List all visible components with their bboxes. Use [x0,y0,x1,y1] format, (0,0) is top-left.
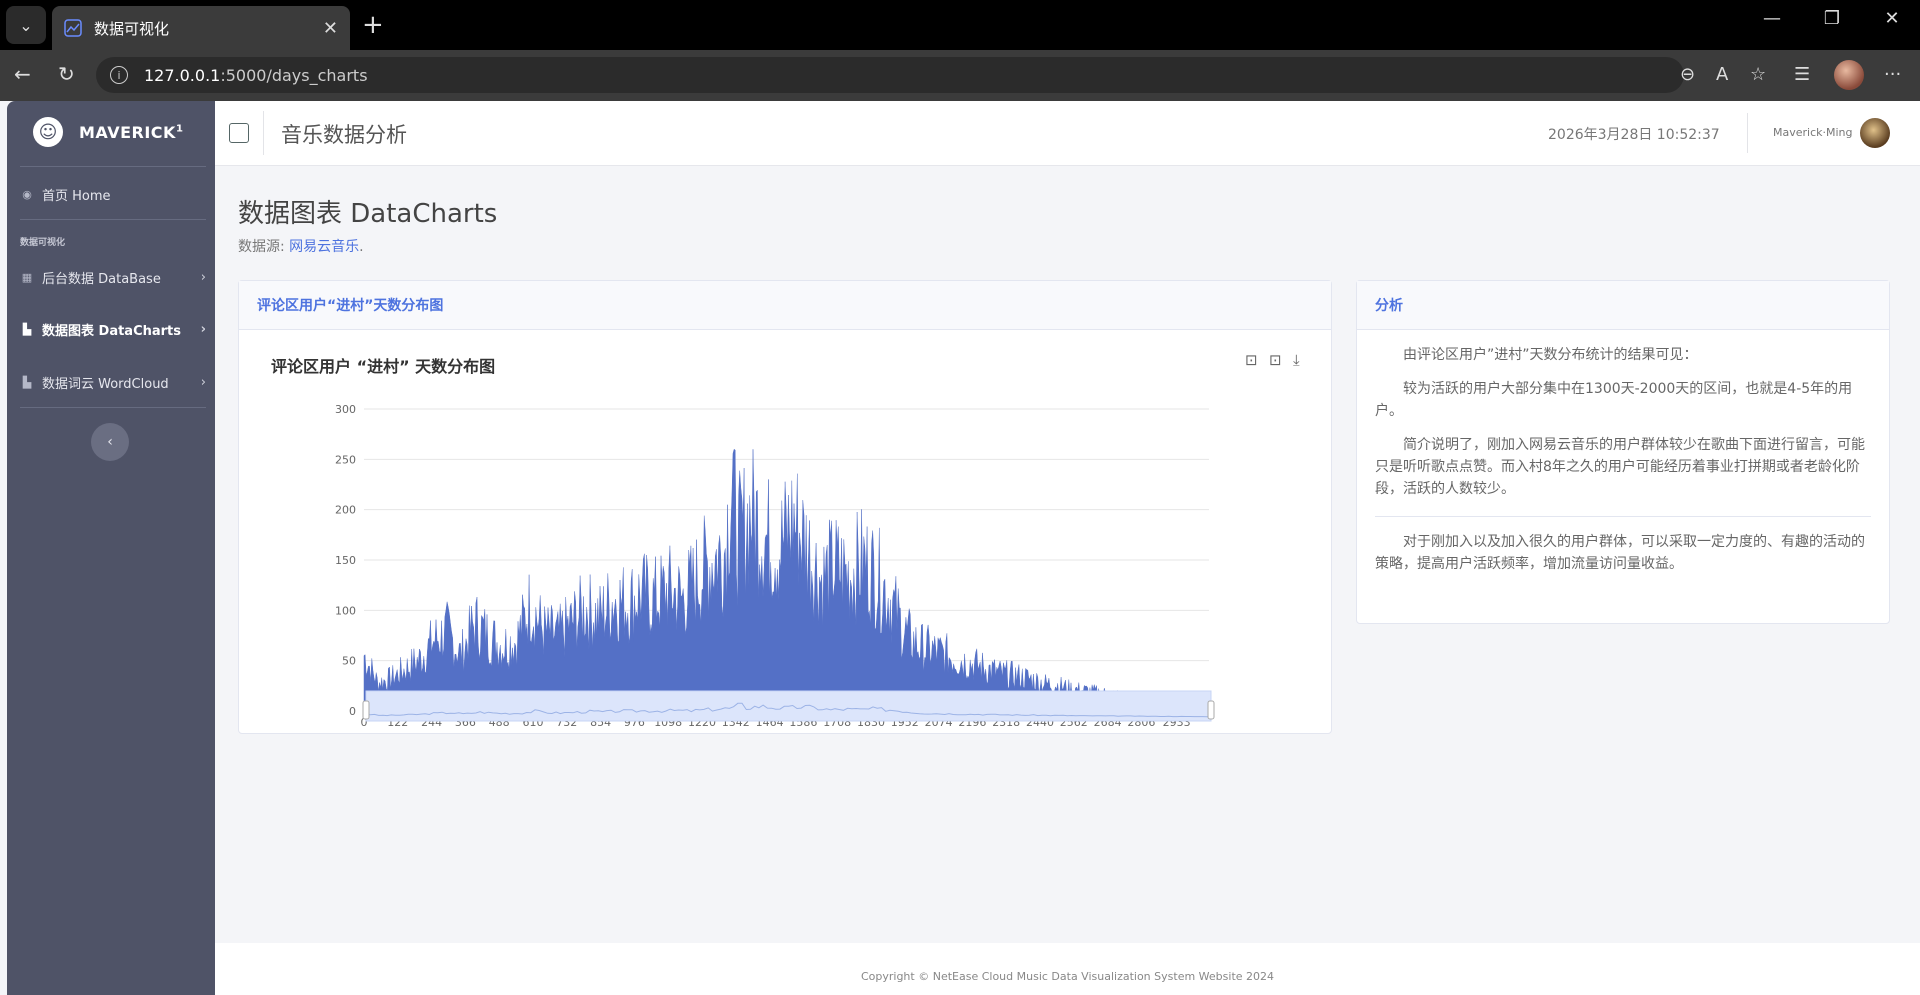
brand-logo[interactable]: ☺ MAVERICK1 [33,117,183,147]
chevron-right-icon: › [200,321,206,337]
tab-title: 数据可视化 [94,19,170,38]
sidebar-item-label: 后台数据 DataBase [42,271,161,287]
sidebar-section-heading: 数据可视化 [20,238,66,248]
bar-chart-icon: ▙ [22,375,32,389]
sidebar-divider [20,166,206,167]
analysis-card-header: 分析 [1357,281,1889,330]
sidebar-divider [20,219,206,220]
datazoom-handle [362,700,370,720]
table-icon: ▦ [21,270,33,284]
chevron-right-icon: › [200,269,206,285]
site-info-icon[interactable]: i [110,66,128,84]
datazoom-handle [1207,700,1215,720]
laugh-icon: ☺ [33,117,63,147]
zoom-out-icon[interactable]: ⊖ [1680,64,1695,85]
y-tick-label: 50 [342,655,356,668]
new-tab-button[interactable]: + [362,10,384,40]
profile-avatar[interactable] [1834,60,1864,90]
chart-area-icon [229,123,249,143]
close-window-icon[interactable]: ✕ [1862,8,1920,29]
more-options-icon[interactable]: ··· [1884,64,1901,85]
url-host: 127.0.0.1 [144,65,221,85]
source-link[interactable]: 网易云音乐 [289,239,359,255]
sidebar-toggle-button[interactable]: ‹ [91,423,129,461]
sidebar-item-label: 首页 Home [42,188,111,204]
chart-card: 评论区用户“进村”天数分布图 评论区用户 “进村” 天数分布图 ⊡ ⊡ ⤓ 05… [238,280,1332,734]
analysis-body: 由评论区用户”进村”天数分布统计的结果可见： 较为活跃的用户大部分集中在1300… [1357,330,1889,575]
favorite-star-icon[interactable]: ☆ [1750,64,1766,85]
browser-tabbar: ⌄ 数据可视化 ✕ + — ❐ ✕ [0,0,1920,50]
back-icon[interactable]: ← [14,62,31,86]
user-name[interactable]: Maverick·Ming [1773,126,1853,139]
y-tick-label: 300 [335,403,356,416]
sidebar-divider [20,407,206,408]
footer: Copyright © NetEase Cloud Music Data Vis… [215,943,1920,995]
tab-actions-button[interactable]: ⌄ [6,6,46,44]
chart-line-icon [64,19,82,37]
chevron-right-icon: › [200,374,206,390]
sidebar-item-label: 数据图表 DataCharts [42,323,182,339]
address-bar[interactable]: i 127.0.0.1:5000/days_charts [96,57,1684,93]
topbar: 音乐数据分析 2026年3月28日 10:52:37 Maverick·Ming [215,101,1920,166]
chevron-down-icon: ⌄ [19,15,33,35]
page-title: 数据图表 DataCharts [238,199,498,229]
topbar-divider [263,111,264,155]
brand-sup: 1 [175,123,184,135]
y-tick-label: 150 [335,554,356,567]
analysis-paragraph: 较为活跃的用户大部分集中在1300天-2000天的区间，也就是4-5年的用户。 [1375,381,1853,419]
days-distribution-chart[interactable]: 0501001502002503000 122 244 366 488 610 732 854… [239,330,1333,730]
y-tick-label: 0 [349,705,356,718]
data-area [363,448,1196,712]
favorites-list-icon[interactable]: ☰ [1794,64,1810,85]
datetime: 2026年3月28日 10:52:37 [1548,127,1720,143]
avatar[interactable] [1860,118,1890,148]
read-aloud-icon[interactable]: A [1716,64,1728,85]
url-path: :5000/days_charts [220,65,368,85]
sidebar: ☺ MAVERICK1 ◉ 首页 Home 数据可视化 ▦ 后台数据 DataB… [7,101,215,995]
close-tab-icon[interactable]: ✕ [323,18,338,39]
analysis-paragraph: 对于刚加入以及加入很久的用户群体，可以采取一定力度的、有趣的活动的策略，提高用户… [1375,534,1865,572]
copyright-text: Copyright © NetEase Cloud Music Data Vis… [860,970,1275,983]
y-tick-label: 200 [335,504,356,517]
source-suffix: . [359,239,364,255]
y-tick-label: 100 [335,604,356,617]
topbar-title: 音乐数据分析 [281,123,407,147]
analysis-paragraph: 简介说明了，刚加入网易云音乐的用户群体较少在歌曲下面进行留言，可能只是听听歌点点… [1375,437,1865,497]
analysis-card: 分析 由评论区用户”进村”天数分布统计的结果可见： 较为活跃的用户大部分集中在1… [1356,280,1890,624]
topbar-divider [1747,113,1748,153]
source-prefix: 数据源: [238,239,290,255]
sidebar-item-datacharts[interactable]: ▙ 数据图表 DataCharts › [20,316,206,342]
data-source: 数据源: 网易云音乐. [238,236,364,256]
y-tick-label: 250 [335,453,356,466]
sidebar-item-home[interactable]: ◉ 首页 Home [20,181,206,207]
bar-chart-icon: ▙ [22,322,32,336]
chevron-left-icon: ‹ [107,434,113,450]
sidebar-item-label: 数据词云 WordCloud [42,376,169,392]
sidebar-item-wordcloud[interactable]: ▙ 数据词云 WordCloud › [20,369,206,395]
browser-tab[interactable]: 数据可视化 ✕ [52,6,350,50]
sidebar-item-database[interactable]: ▦ 后台数据 DataBase › [20,264,206,290]
dashboard-icon: ◉ [22,187,32,201]
restore-icon[interactable]: ❐ [1802,8,1862,29]
analysis-paragraph: 由评论区用户”进村”天数分布统计的结果可见： [1403,347,1698,363]
page: ☺ MAVERICK1 ◉ 首页 Home 数据可视化 ▦ 后台数据 DataB… [0,101,1920,995]
chart-card-header: 评论区用户“进村”天数分布图 [239,281,1331,330]
analysis-divider [1375,516,1871,517]
browser-toolbar: ← ↻ i 127.0.0.1:5000/days_charts ⊖ A ☆ ☰… [0,50,1920,101]
brand-name: MAVERICK [79,122,176,142]
minimize-icon[interactable]: — [1742,8,1802,29]
reload-icon[interactable]: ↻ [58,62,75,86]
